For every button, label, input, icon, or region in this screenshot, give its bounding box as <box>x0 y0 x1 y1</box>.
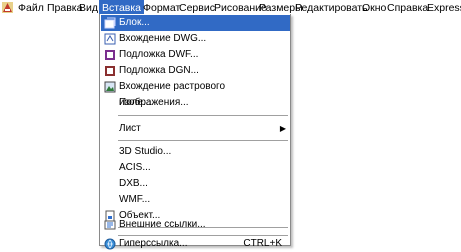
menu-item-shortcut: CTRL+K <box>243 238 282 249</box>
menu-item-label: DXB... <box>119 178 148 189</box>
menu-item-dwg-reference[interactable]: Вхождение DWG... <box>101 31 290 47</box>
raster-image-icon <box>104 81 116 93</box>
dgn-underlay-icon <box>105 66 115 76</box>
menu-express[interactable]: Express <box>424 0 461 16</box>
menu-item-label: Блок... <box>119 17 150 28</box>
menu-item-label: Подложка DGN... <box>119 65 199 76</box>
insert-dropdown-menu: Блок... Вхождение DWG... Подложка DWF...… <box>99 14 291 250</box>
dwf-underlay-icon <box>105 50 115 60</box>
menu-item-label: Внешние ссылки... <box>119 219 206 230</box>
menu-item-dgn-underlay[interactable]: Подложка DGN... <box>101 63 290 79</box>
menu-item-acis[interactable]: ACIS... <box>101 160 290 176</box>
menu-item-3d-studio[interactable]: 3D Studio... <box>101 144 290 160</box>
menu-separator <box>118 140 288 142</box>
dwg-reference-icon <box>104 33 116 45</box>
menu-item-layout[interactable]: Лист ▶ <box>101 121 290 137</box>
menu-item-wmf[interactable]: WMF... <box>101 192 290 208</box>
menu-item-field[interactable]: Поле... <box>101 95 290 111</box>
menu-item-label: Подложка DWF... <box>119 49 199 60</box>
menu-item-label: Лист <box>119 123 141 134</box>
menu-item-xref[interactable]: Внешние ссылки... <box>101 217 290 233</box>
menu-item-label: WMF... <box>119 194 151 205</box>
menu-file[interactable]: Файл <box>15 0 47 16</box>
menu-view[interactable]: Вид <box>76 0 101 16</box>
submenu-arrow-icon: ▶ <box>279 124 286 133</box>
menu-item-dwf-underlay[interactable]: Подложка DWF... <box>101 47 290 63</box>
xref-icon <box>104 220 116 230</box>
menu-item-hyperlink[interactable]: Гиперссылка... CTRL+K <box>101 236 290 252</box>
menu-item-dxb[interactable]: DXB... <box>101 176 290 192</box>
menu-item-label: Поле... <box>119 97 152 108</box>
hyperlink-icon <box>104 238 116 250</box>
autocad-app-icon[interactable] <box>2 2 13 13</box>
menu-item-block[interactable]: Блок... <box>101 15 290 31</box>
block-icon <box>104 17 116 29</box>
menu-item-label: Гиперссылка... <box>119 238 188 249</box>
menu-item-raster-image[interactable]: Вхождение растрового изображения... <box>101 79 290 108</box>
menu-item-label: 3D Studio... <box>119 146 172 157</box>
menu-item-label: ACIS... <box>119 162 151 173</box>
menu-separator <box>118 115 288 117</box>
menu-item-label: Вхождение DWG... <box>119 33 207 44</box>
